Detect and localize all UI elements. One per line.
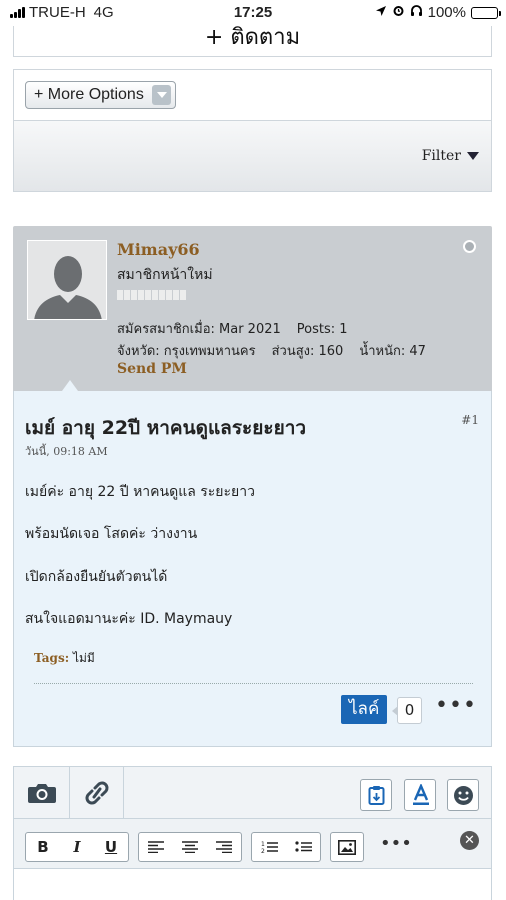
alignment-group	[138, 832, 242, 862]
filter-label: Filter	[421, 148, 461, 164]
post-title: เมย์ อายุ 22ปี หาคนดูแลระยะยาว	[25, 417, 307, 439]
bold-button[interactable]: B	[26, 833, 60, 861]
filter-bar: Filter	[14, 120, 491, 191]
camera-icon	[28, 784, 56, 803]
image-icon	[338, 839, 356, 855]
post-date: วันนี้, 09:18 AM	[25, 445, 108, 458]
default-avatar-icon	[28, 241, 106, 319]
text-color-icon	[413, 784, 429, 805]
author-joined: สมัครสมาชิกเมื่อ: Mar 2021	[117, 322, 281, 337]
clipboard-button[interactable]	[360, 779, 392, 811]
reputation-bar	[117, 290, 186, 300]
unordered-list-button[interactable]	[286, 833, 320, 861]
insert-image-button[interactable]	[330, 832, 364, 862]
emoji-button[interactable]	[447, 779, 479, 811]
align-left-button[interactable]	[139, 833, 173, 861]
list-group: 12	[251, 832, 321, 862]
more-formatting-button[interactable]: •••	[380, 833, 412, 854]
align-center-button[interactable]	[173, 833, 207, 861]
post-line: พร้อมนัดเจอ โสดค่ะ ว่างงาน	[25, 526, 198, 542]
align-left-icon	[148, 841, 164, 853]
svg-text:1: 1	[261, 841, 265, 848]
alarm-icon	[392, 4, 405, 21]
more-options-button[interactable]: + More Options	[25, 81, 176, 109]
post-line: สนใจแอดมานะค่ะ ID. Maymauy	[25, 611, 233, 627]
like-button[interactable]: ไลค์	[341, 695, 388, 724]
ordered-list-icon: 12	[261, 841, 278, 854]
battery-icon	[471, 6, 501, 19]
unordered-list-icon	[294, 841, 312, 852]
post-line: เปิดกล้องยืนยันตัวตนได้	[25, 569, 168, 585]
post-number[interactable]: #1	[461, 413, 479, 427]
headphones-icon	[410, 4, 423, 21]
align-right-icon	[216, 841, 232, 853]
italic-button[interactable]: I	[60, 833, 94, 861]
status-bar: TRUE-H 4G 17:25 100%	[0, 0, 506, 26]
battery-percent: 100%	[427, 4, 466, 21]
options-panel: + More Options Filter	[13, 69, 492, 192]
author-height: ส่วนสูง: 160	[271, 344, 344, 359]
divider	[34, 683, 473, 684]
author-rank: สมาชิกหน้าใหม่	[117, 267, 213, 283]
link-button[interactable]	[70, 767, 124, 819]
status-dot-icon	[463, 240, 476, 253]
editor-toolbar-top	[14, 767, 491, 819]
underline-button[interactable]: U	[94, 833, 128, 861]
filter-dropdown[interactable]: Filter	[422, 148, 479, 164]
send-pm-link[interactable]: Send PM	[117, 361, 187, 377]
post-body: เมย์ อายุ 22ปี หาคนดูแลระยะยาว #1 วันนี้…	[13, 391, 492, 747]
more-options-label: + More Options	[34, 86, 144, 103]
speech-pointer	[62, 380, 78, 391]
post-tags: Tags: ไม่มี	[34, 649, 95, 668]
svg-text:2: 2	[261, 848, 265, 854]
ordered-list-button[interactable]: 12	[252, 833, 286, 861]
camera-button[interactable]	[14, 767, 70, 819]
tags-label: Tags:	[34, 651, 70, 665]
reply-editor: B I U 12 ••• ✕	[13, 766, 492, 900]
author-province: จังหวัด: กรุงเทพมหานคร	[117, 344, 256, 359]
avatar[interactable]	[27, 240, 107, 320]
text-color-button[interactable]	[404, 779, 436, 811]
like-count: 0	[392, 697, 422, 724]
chevron-down-icon	[152, 85, 171, 105]
link-icon	[85, 781, 109, 805]
author-weight: น้ำหนัก: 47	[359, 344, 426, 359]
post-more-menu[interactable]: •••	[435, 693, 477, 718]
post-line: เมย์ค่ะ อายุ 22 ปี หาคนดูแล ระยะยาว	[25, 484, 255, 500]
text-style-group: B I U	[25, 832, 129, 862]
location-icon	[375, 4, 387, 21]
clipboard-icon	[368, 786, 385, 805]
caret-down-icon	[467, 152, 479, 160]
status-right: 100%	[375, 4, 501, 21]
author-name[interactable]: Mimay66	[117, 240, 200, 259]
close-editor-button[interactable]: ✕	[460, 831, 479, 850]
align-right-button[interactable]	[207, 833, 241, 861]
author-stats: สมัครสมาชิกเมื่อ: Mar 2021 Posts: 1 จังหว…	[117, 318, 426, 362]
author-posts: Posts: 1	[296, 322, 348, 337]
editor-toolbar-format: B I U 12 ••• ✕	[14, 819, 491, 869]
smiley-icon	[454, 786, 473, 805]
align-center-icon	[182, 841, 198, 853]
post-author-panel: Mimay66 สมาชิกหน้าใหม่ สมัครสมาชิกเมื่อ:…	[13, 226, 492, 391]
tags-value: ไม่มี	[69, 651, 95, 665]
